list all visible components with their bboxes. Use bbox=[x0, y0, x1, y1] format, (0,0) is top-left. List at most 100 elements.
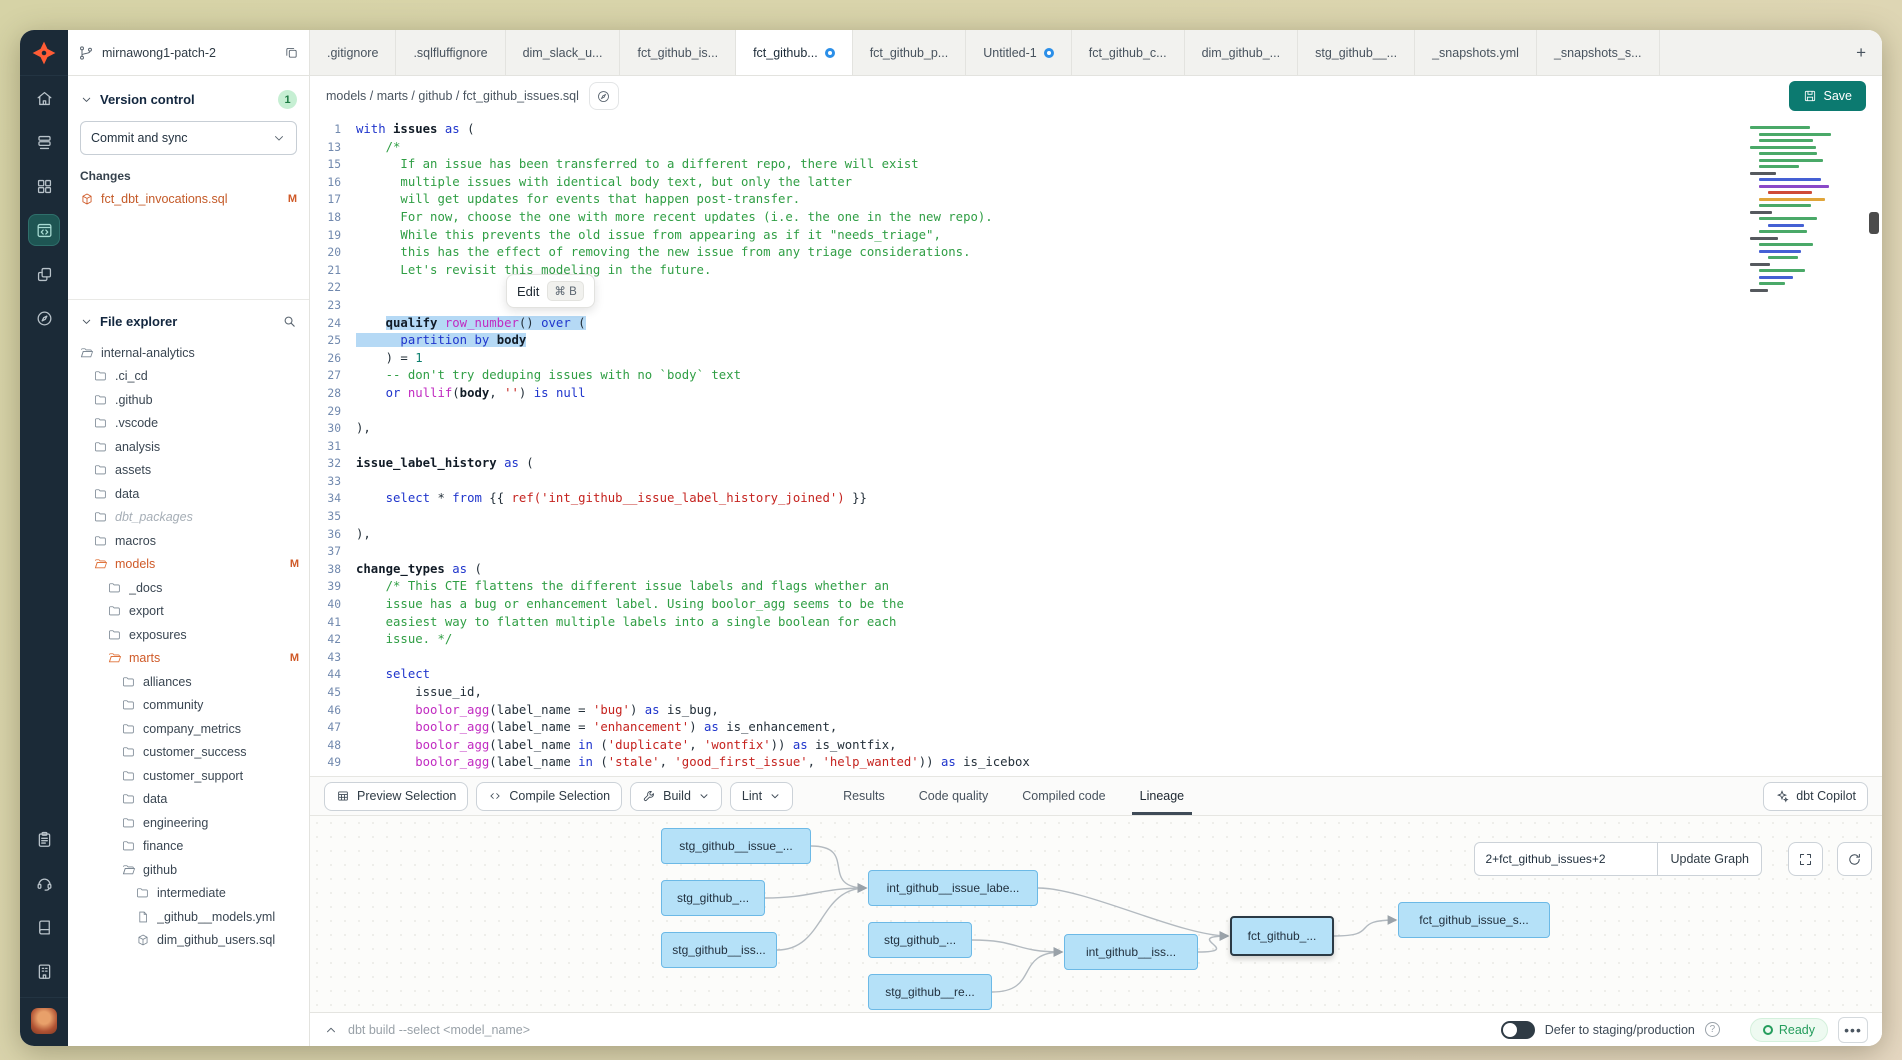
rail-item-explore[interactable] bbox=[20, 296, 68, 340]
lineage-node[interactable]: stg_github_... bbox=[868, 922, 972, 958]
editor-tab[interactable]: .sqlfluffignore bbox=[396, 30, 505, 75]
rail-item-home[interactable] bbox=[20, 76, 68, 120]
tree-item-community[interactable]: community bbox=[68, 694, 309, 718]
rail-item-support[interactable] bbox=[20, 861, 68, 905]
tree-item-label: alliances bbox=[143, 675, 299, 689]
defer-toggle[interactable] bbox=[1501, 1021, 1535, 1039]
code-editor[interactable]: Edit ⌘ B 1with issues as (13 /*15 If an … bbox=[310, 116, 1882, 776]
editor-tab[interactable]: fct_github_p... bbox=[853, 30, 967, 75]
editor-minimap[interactable] bbox=[1750, 126, 1860, 295]
lineage-node[interactable]: stg_github__iss... bbox=[661, 932, 777, 968]
status-bar: dbt build --select <model_name> Defer to… bbox=[310, 1012, 1882, 1046]
line-number: 15 bbox=[310, 156, 356, 174]
preview-selection-button[interactable]: Preview Selection bbox=[324, 782, 468, 811]
commit-and-sync-select[interactable]: Commit and sync bbox=[80, 121, 297, 155]
editor-tab[interactable]: _snapshots_s... bbox=[1537, 30, 1660, 75]
more-options-button[interactable]: ••• bbox=[1838, 1017, 1868, 1043]
tree-item-.github[interactable]: .github bbox=[68, 388, 309, 412]
editor-tab[interactable]: Untitled-1 bbox=[966, 30, 1072, 75]
compile-selection-button[interactable]: Compile Selection bbox=[476, 782, 622, 811]
rail-item-notes[interactable] bbox=[20, 817, 68, 861]
lineage-node[interactable]: stg_github__issue_... bbox=[661, 828, 811, 864]
code-line-18: 18 For now, choose the one with more rec… bbox=[310, 209, 1882, 227]
editor-tab[interactable]: fct_github... bbox=[736, 30, 853, 75]
lineage-node[interactable]: fct_github_issue_s... bbox=[1398, 902, 1550, 938]
tree-item-exposures[interactable]: exposures bbox=[68, 623, 309, 647]
tree-item-customer_success[interactable]: customer_success bbox=[68, 741, 309, 765]
tree-item-dbt_packages[interactable]: dbt_packages bbox=[68, 506, 309, 530]
rail-item-docs[interactable] bbox=[20, 905, 68, 949]
update-graph-button[interactable]: Update Graph bbox=[1658, 842, 1762, 876]
editor-tab[interactable]: dim_github_... bbox=[1185, 30, 1299, 75]
tree-item-analysis[interactable]: analysis bbox=[68, 435, 309, 459]
editor-tab[interactable]: stg_github__... bbox=[1298, 30, 1415, 75]
build-button[interactable]: Build bbox=[630, 782, 722, 811]
tab-label: .sqlfluffignore bbox=[413, 46, 487, 60]
version-control-header[interactable]: Version control 1 bbox=[68, 76, 309, 117]
edit-tooltip-label[interactable]: Edit bbox=[517, 284, 539, 299]
refresh-button[interactable] bbox=[1837, 842, 1872, 876]
rail-item-orchestrate[interactable] bbox=[20, 252, 68, 296]
tree-item-engineering[interactable]: engineering bbox=[68, 811, 309, 835]
tree-item-models[interactable]: modelsM bbox=[68, 553, 309, 577]
lineage-node[interactable]: stg_github_... bbox=[661, 880, 765, 916]
user-avatar[interactable] bbox=[31, 1008, 57, 1034]
tree-item-marts[interactable]: martsM bbox=[68, 647, 309, 671]
help-icon[interactable]: ? bbox=[1705, 1022, 1720, 1037]
editor-tab[interactable]: fct_github_is... bbox=[620, 30, 736, 75]
tree-item-.ci_cd[interactable]: .ci_cd bbox=[68, 365, 309, 389]
tree-item-data[interactable]: data bbox=[68, 788, 309, 812]
tree-item-data[interactable]: data bbox=[68, 482, 309, 506]
collapse-panel-icon[interactable] bbox=[324, 1023, 338, 1037]
tree-item-export[interactable]: export bbox=[68, 600, 309, 624]
copy-icon[interactable] bbox=[284, 45, 299, 60]
file-explorer-header[interactable]: File explorer bbox=[68, 300, 309, 337]
unsaved-dot-icon bbox=[1044, 48, 1054, 58]
branch-selector[interactable]: mirnawong1-patch-2 bbox=[68, 30, 310, 75]
tree-item-intermediate[interactable]: intermediate bbox=[68, 882, 309, 906]
file-docs-button[interactable] bbox=[589, 82, 619, 110]
tree-item-customer_support[interactable]: customer_support bbox=[68, 764, 309, 788]
search-icon[interactable] bbox=[282, 314, 297, 329]
rail-item-apps[interactable] bbox=[20, 164, 68, 208]
lineage-node[interactable]: fct_github_... bbox=[1230, 916, 1334, 956]
tree-item-.vscode[interactable]: .vscode bbox=[68, 412, 309, 436]
editor-tab[interactable]: _snapshots.yml bbox=[1415, 30, 1537, 75]
rail-item-organization[interactable] bbox=[20, 949, 68, 993]
tree-item-_github__models.yml[interactable]: _github__models.yml bbox=[68, 905, 309, 929]
rail-item-develop[interactable] bbox=[20, 208, 68, 252]
fullscreen-button[interactable] bbox=[1788, 842, 1823, 876]
tree-item-macros[interactable]: macros bbox=[68, 529, 309, 553]
tree-item-github[interactable]: github bbox=[68, 858, 309, 882]
panel-tab-code-quality[interactable]: Code quality bbox=[919, 777, 989, 815]
lineage-selector-input[interactable] bbox=[1474, 842, 1658, 876]
rail-item-projects[interactable] bbox=[20, 120, 68, 164]
tree-item-company_metrics[interactable]: company_metrics bbox=[68, 717, 309, 741]
tree-item-finance[interactable]: finance bbox=[68, 835, 309, 859]
save-button[interactable]: Save bbox=[1789, 81, 1867, 111]
panel-tab-lineage[interactable]: Lineage bbox=[1140, 777, 1185, 815]
code-line-15: 15 If an issue has been transferred to a… bbox=[310, 156, 1882, 174]
dbt-copilot-button[interactable]: dbt Copilot bbox=[1763, 782, 1868, 811]
changed-file-row[interactable]: fct_dbt_invocations.sqlM bbox=[68, 189, 309, 209]
tree-item-internal-analytics[interactable]: internal-analytics bbox=[68, 341, 309, 365]
tree-item-_docs[interactable]: _docs bbox=[68, 576, 309, 600]
panel-tab-compiled-code[interactable]: Compiled code bbox=[1022, 777, 1105, 815]
editor-tab[interactable]: fct_github_c... bbox=[1072, 30, 1185, 75]
tree-item-alliances[interactable]: alliances bbox=[68, 670, 309, 694]
cli-command-input[interactable]: dbt build --select <model_name> bbox=[348, 1023, 530, 1037]
code-line-39: 39 /* This CTE flattens the different is… bbox=[310, 578, 1882, 596]
lineage-node[interactable]: int_github__issue_labe... bbox=[868, 870, 1038, 906]
lint-button[interactable]: Lint bbox=[730, 782, 793, 811]
tree-item-dim_github_users.sql[interactable]: dim_github_users.sql bbox=[68, 929, 309, 953]
lineage-node[interactable]: stg_github__re... bbox=[868, 974, 992, 1010]
editor-scrollbar-thumb[interactable] bbox=[1869, 212, 1879, 234]
new-tab-button[interactable]: + bbox=[1840, 30, 1882, 75]
breadcrumb: models / marts / github / fct_github_iss… bbox=[326, 89, 579, 103]
panel-tab-results[interactable]: Results bbox=[843, 777, 885, 815]
editor-tab[interactable]: .gitignore bbox=[310, 30, 396, 75]
tree-item-assets[interactable]: assets bbox=[68, 459, 309, 483]
lineage-node[interactable]: int_github__iss... bbox=[1064, 934, 1198, 970]
minimap-row bbox=[1759, 269, 1805, 272]
editor-tab[interactable]: dim_slack_u... bbox=[506, 30, 621, 75]
